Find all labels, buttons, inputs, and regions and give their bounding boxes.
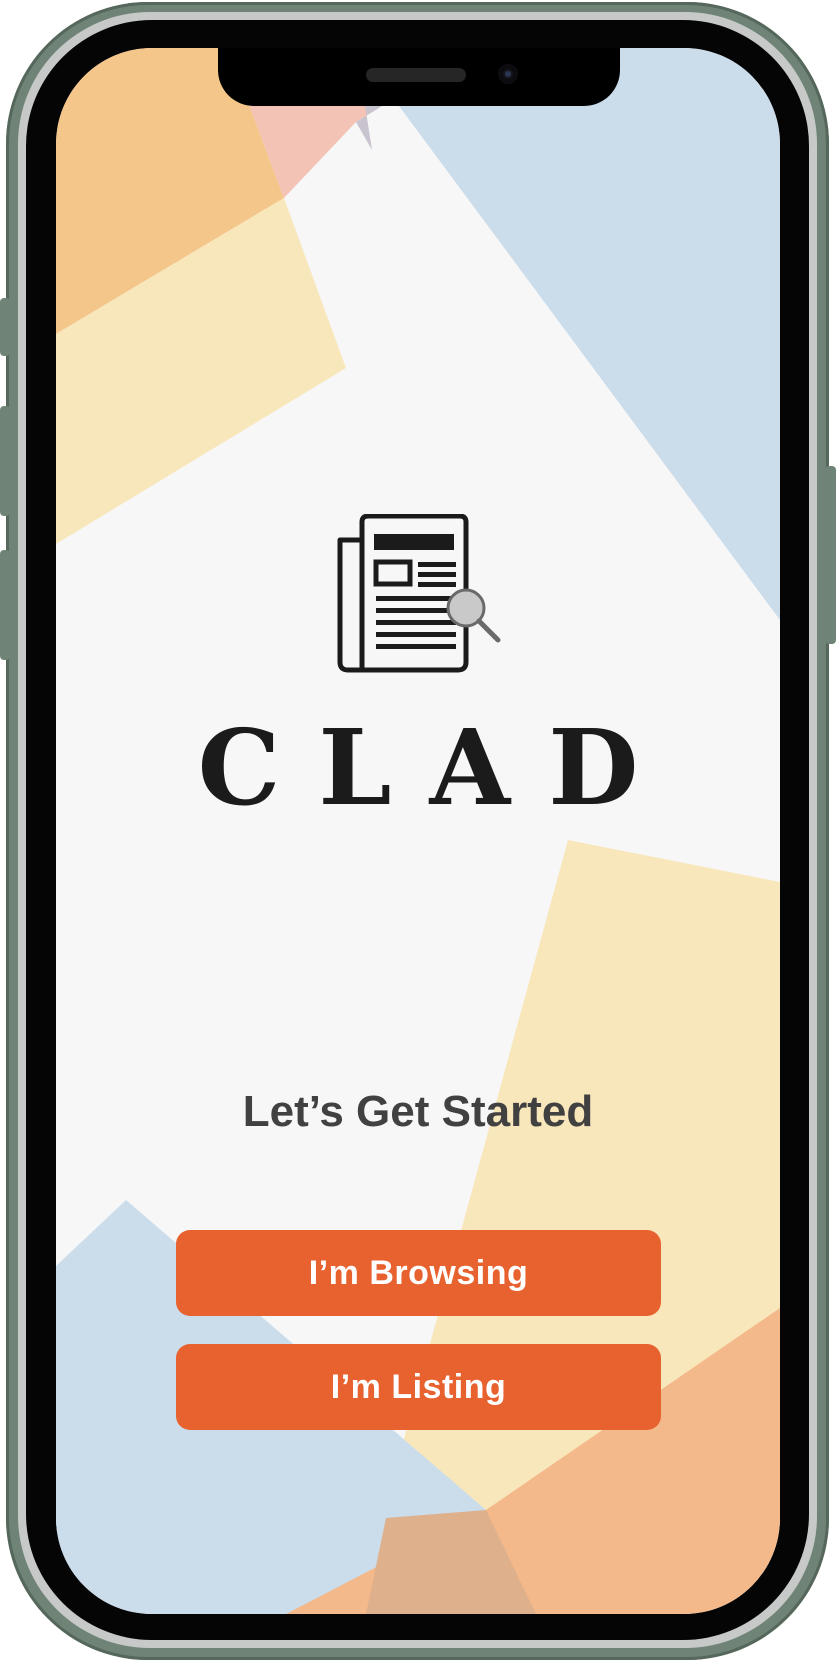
silent-switch <box>0 298 10 356</box>
device-mockup: CLAD Let’s Get Started I’m Browsing I’m … <box>0 0 836 1665</box>
volume-down-button <box>0 550 10 660</box>
listing-button[interactable]: I’m Listing <box>176 1344 661 1430</box>
front-camera <box>498 64 518 84</box>
onboarding-headline: Let’s Get Started <box>242 1087 594 1136</box>
browsing-button[interactable]: I’m Browsing <box>176 1230 661 1316</box>
app-screen: CLAD Let’s Get Started I’m Browsing I’m … <box>56 48 780 1614</box>
speaker-grille <box>366 68 466 82</box>
app-brand-title: CLAD <box>197 706 677 829</box>
newspaper-search-icon <box>337 514 501 673</box>
power-button <box>825 466 836 644</box>
display-notch <box>218 48 620 106</box>
volume-up-button <box>0 406 10 516</box>
